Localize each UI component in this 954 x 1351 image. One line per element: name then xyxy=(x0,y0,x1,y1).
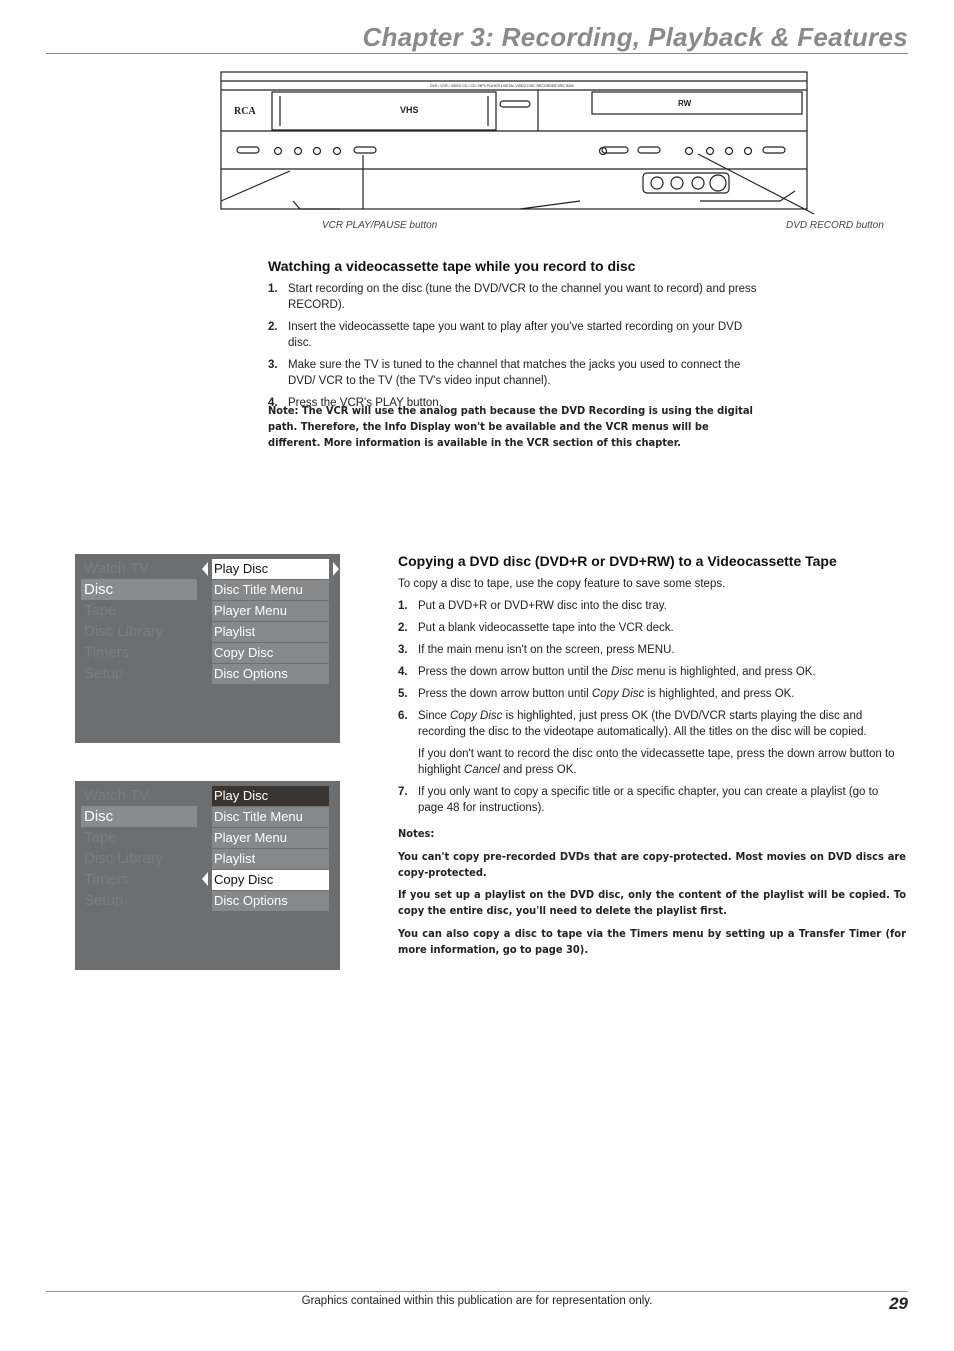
rw-logo: RW xyxy=(678,99,692,108)
notes-label: Notes: xyxy=(398,827,435,840)
section-heading-copying: Copying a DVD disc (DVD+R or DVD+RW) to … xyxy=(398,553,837,569)
step: 6. Since Copy Disc is highlighted, just p… xyxy=(398,708,906,778)
steps-list-copying: 1. Put a DVD+R or DVD+RW disc into the di… xyxy=(398,598,906,822)
submenu-item-play-disc[interactable]: Play Disc xyxy=(212,786,329,806)
menu-item-tape[interactable]: Tape xyxy=(81,600,197,621)
submenu-item-disc-options[interactable]: Disc Options xyxy=(212,891,329,911)
brand-logo: RCA xyxy=(234,106,256,117)
step-sub-paragraph: If you don't want to record the disc ont… xyxy=(418,748,895,776)
menu-item-disc-library[interactable]: Disc Library xyxy=(81,621,197,642)
disc-menu-screen-1: Watch TV Disc Tape Disc Library Timers S… xyxy=(75,554,340,743)
submenu-item-playlist[interactable]: Playlist xyxy=(212,849,329,869)
submenu-item-play-disc[interactable]: Play Disc xyxy=(212,559,329,579)
submenu-item-playlist[interactable]: Playlist xyxy=(212,622,329,642)
menu-item-timers[interactable]: Timers xyxy=(81,869,197,890)
step: 4. Press the down arrow button until the … xyxy=(398,666,816,678)
manual-page: Chapter 3: Recording, Playback & Feature… xyxy=(0,0,954,1351)
step: 5. Press the down arrow button until Copy… xyxy=(398,688,795,700)
submenu-item-disc-title-menu[interactable]: Disc Title Menu xyxy=(212,807,329,827)
page-number: 29 xyxy=(889,1294,908,1313)
note-playlist: If you set up a playlist on the DVD disc… xyxy=(398,888,906,917)
disc-submenu-list: Play Disc Disc Title Menu Player Menu Pl… xyxy=(212,559,329,685)
submenu-item-copy-disc[interactable]: Copy Disc xyxy=(212,870,329,890)
menu-item-watch-tv[interactable]: Watch TV xyxy=(81,785,197,806)
menu-item-tape[interactable]: Tape xyxy=(81,827,197,848)
arrow-left-icon xyxy=(202,872,208,886)
menu-item-disc[interactable]: Disc xyxy=(81,579,197,600)
menu-item-watch-tv[interactable]: Watch TV xyxy=(81,558,197,579)
note-copy-protected: You can't copy pre-recorded DVDs that ar… xyxy=(398,850,906,879)
submenu-item-disc-options[interactable]: Disc Options xyxy=(212,664,329,684)
menu-item-disc[interactable]: Disc xyxy=(81,806,197,827)
menu-item-disc-library[interactable]: Disc Library xyxy=(81,848,197,869)
step: 7. If you only want to copy a specific ti… xyxy=(398,786,879,814)
menu-item-setup[interactable]: Setup xyxy=(81,890,197,911)
main-menu-list: Watch TV Disc Tape Disc Library Timers S… xyxy=(81,785,197,911)
submenu-item-disc-title-menu[interactable]: Disc Title Menu xyxy=(212,580,329,600)
disc-submenu-list: Play Disc Disc Title Menu Player Menu Pl… xyxy=(212,786,329,912)
caption-dvd-record: DVD RECORD button xyxy=(786,220,884,231)
submenu-item-copy-disc[interactable]: Copy Disc xyxy=(212,643,329,663)
note-transfer-timer: You can also copy a disc to tape via the… xyxy=(398,927,906,956)
footer-disclaimer: Graphics contained within this publicati… xyxy=(301,1295,653,1307)
copy-intro: To copy a disc to tape, use the copy fea… xyxy=(398,578,726,590)
dvd-vcr-front-panel-illustration: RCA VHS RW DVD / VCR / VIDEO CD / CD / M… xyxy=(220,71,815,215)
section-heading-watching: Watching a videocassette tape while you … xyxy=(268,258,636,274)
step: 2. Put a blank videocassette tape into th… xyxy=(398,622,674,634)
caption-vcr-play-pause: VCR PLAY/PAUSE button xyxy=(322,220,438,231)
step: 2. Insert the videocassette tape you want… xyxy=(268,321,743,349)
step: 1. Start recording on the disc (tune the … xyxy=(268,283,757,311)
disc-menu-screen-2: Watch TV Disc Tape Disc Library Timers S… xyxy=(75,781,340,970)
step: 1. Put a DVD+R or DVD+RW disc into the di… xyxy=(398,600,667,612)
submenu-item-player-menu[interactable]: Player Menu xyxy=(212,601,329,621)
step: 3. If the main menu isn't on the screen, … xyxy=(398,644,675,656)
menu-item-setup[interactable]: Setup xyxy=(81,663,197,684)
chapter-title: Chapter 3: Recording, Playback & Feature… xyxy=(362,22,908,52)
vhs-logo: VHS xyxy=(400,105,419,115)
arrow-left-icon xyxy=(202,562,208,576)
step: 3. Make sure the TV is tuned to the chann… xyxy=(268,359,741,387)
header-rule xyxy=(46,53,908,54)
note-analog-path: Note: The VCR will use the analog path b… xyxy=(268,404,753,449)
device-label: DVD / VCR / VIDEO CD / CD / MP3 PLAYER D… xyxy=(430,84,574,88)
arrow-right-icon xyxy=(333,562,339,576)
steps-list-watching: 1. Start recording on the disc (tune the … xyxy=(268,281,768,417)
main-menu-list: Watch TV Disc Tape Disc Library Timers S… xyxy=(81,558,197,684)
submenu-item-player-menu[interactable]: Player Menu xyxy=(212,828,329,848)
menu-item-timers[interactable]: Timers xyxy=(81,642,197,663)
footer-rule xyxy=(46,1291,908,1292)
